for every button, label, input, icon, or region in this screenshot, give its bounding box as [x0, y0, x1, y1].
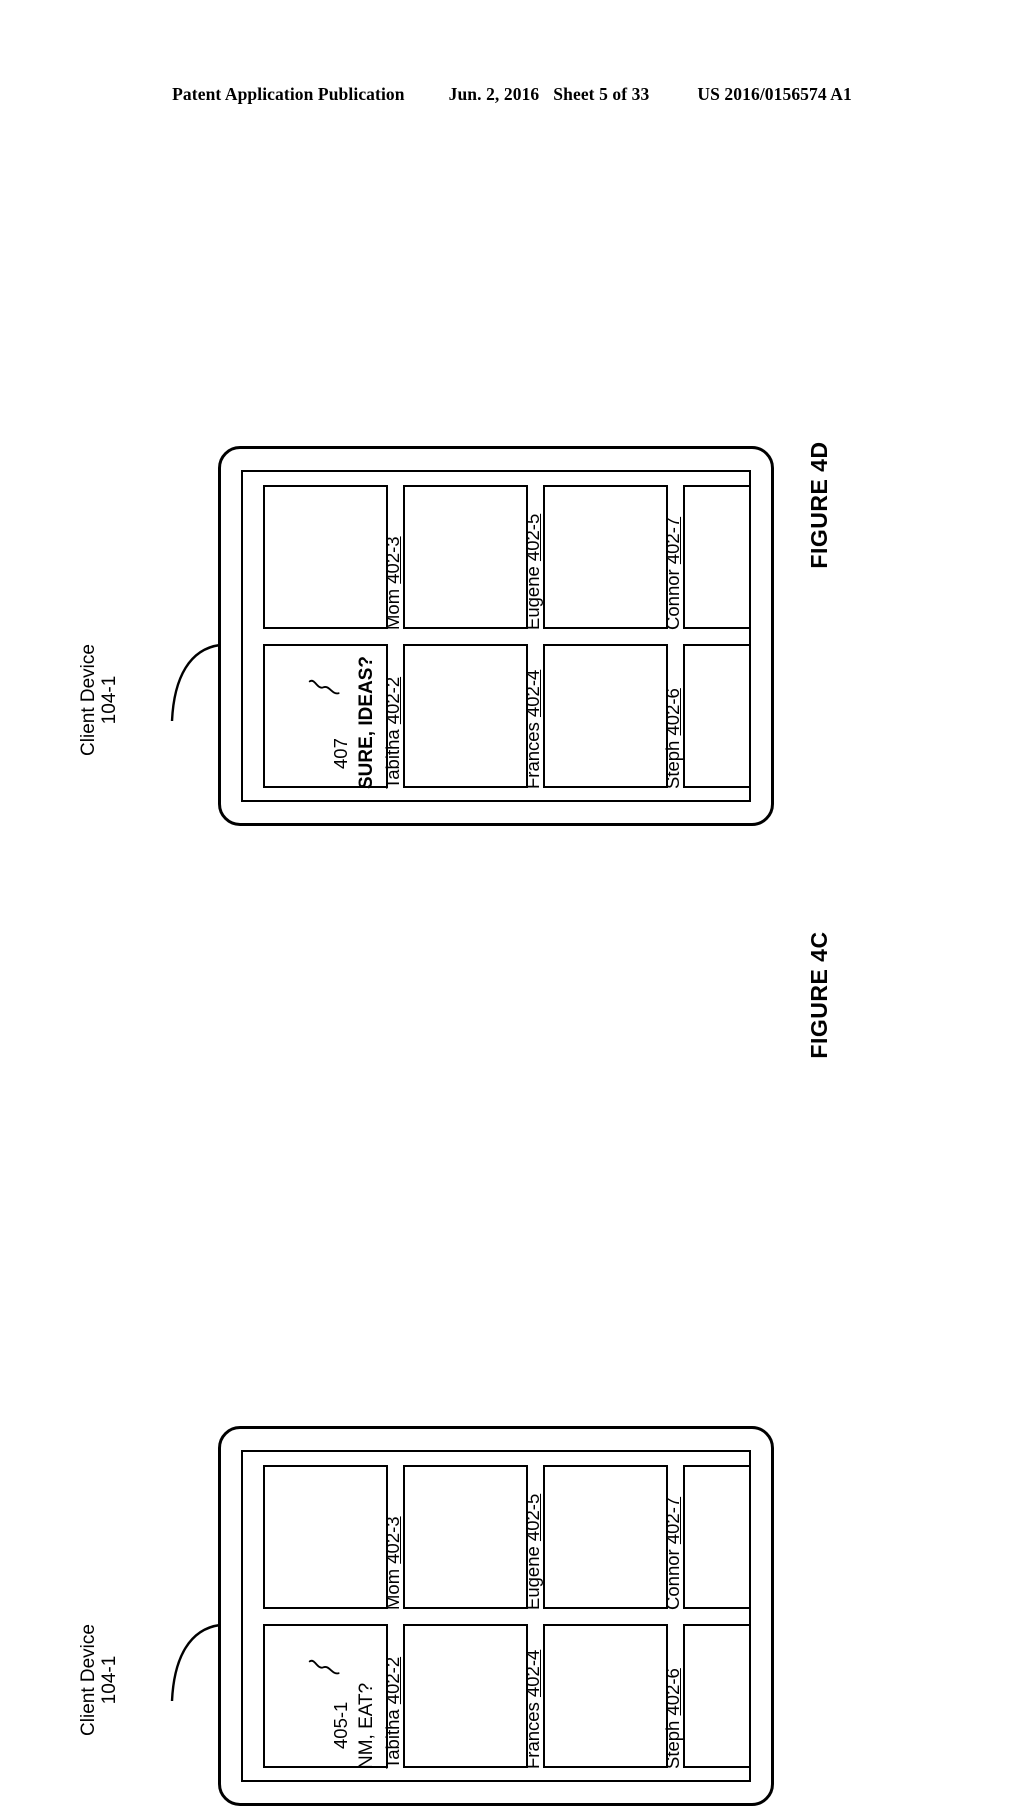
figure-caption: FIGURE 4D	[806, 441, 832, 569]
conversation-grid: Mom 402-3 Eugene 402-5 Connor 402-7 Tabi…	[263, 1465, 749, 1769]
conversation-cell[interactable]: Eugene 402-5	[403, 485, 543, 630]
figure-caption: FIGURE 4C	[806, 931, 832, 1059]
publication-title: Patent Application Publication	[172, 84, 405, 104]
message-text: NM, EAT?	[356, 1682, 377, 1769]
callout-line-2: 104-1	[99, 1655, 121, 1705]
conversation-cell[interactable]: Mom 402-3	[263, 485, 403, 630]
conversation-cell-partial[interactable]	[683, 485, 749, 629]
conversation-cell-partial[interactable]	[683, 1465, 749, 1609]
contact-name: Connor	[662, 1549, 683, 1610]
conversation-cell[interactable]: Mom 402-3	[263, 1465, 403, 1610]
contact-ref: 402-4	[522, 1649, 543, 1698]
contact-name: Tabitha	[382, 1709, 403, 1769]
conversation-cell-label: Tabitha 402-2	[382, 1629, 404, 1771]
contact-ref: 402-2	[382, 1656, 403, 1705]
contact-ref: 402-7	[662, 516, 683, 565]
patent-page-header: Patent Application Publication Jun. 2, 2…	[0, 84, 1024, 114]
contact-name: Mom	[382, 1568, 403, 1610]
conversation-cell-label: Eugene 402-5	[522, 1470, 544, 1612]
figure-4c: Client Device 104-1 401-1 Mom 402-3 Euge…	[0, 700, 1024, 1806]
contact-ref: 402-5	[522, 1493, 543, 1542]
conversation-cell-label: Connor 402-7	[662, 490, 684, 632]
conversation-cell[interactable]: Connor 402-7	[543, 1465, 683, 1610]
callout-line-1: Client Device	[78, 1624, 99, 1736]
client-device-callout: Client Device 104-1	[78, 1580, 121, 1780]
contact-name: Frances	[522, 1702, 543, 1769]
conversation-cell-label: Eugene 402-5	[522, 490, 544, 632]
device-screen: 401-1 Mom 402-3 Eugene 402-5	[241, 1450, 751, 1782]
conversation-cell[interactable]: Steph 402-6	[543, 1624, 683, 1769]
conversation-cell[interactable]: Eugene 402-5	[403, 1465, 543, 1610]
contact-name: Eugene	[522, 566, 543, 630]
conversation-cell-label: Connor 402-7	[662, 1470, 684, 1612]
conversation-cell-partial[interactable]	[683, 1624, 749, 1768]
contact-ref: 402-3	[382, 1516, 403, 1564]
contact-name: Mom	[382, 588, 403, 630]
conversation-cell[interactable]: Tabitha 402-2 NM, EAT? 405-1	[263, 1624, 403, 1769]
contact-name: Steph	[662, 1720, 683, 1769]
conversation-cell-label: Mom 402-3	[382, 1470, 404, 1612]
leader-line-curve-icon	[170, 1623, 221, 1702]
conversation-cell-label: Mom 402-3	[382, 490, 404, 632]
publication-date: Jun. 2, 2016	[448, 84, 540, 104]
sheet-number: Sheet 5 of 33	[553, 84, 650, 104]
contact-ref: 402-3	[382, 536, 403, 584]
contact-name: Connor	[662, 569, 683, 630]
contact-name: Eugene	[522, 1546, 543, 1610]
conversation-cell[interactable]: Connor 402-7	[543, 485, 683, 630]
client-device-frame: 401-1 Mom 402-3 Eugene 402-5	[218, 1426, 774, 1806]
contact-ref: 402-5	[522, 513, 543, 562]
conversation-cell-label: Frances 402-4	[522, 1629, 544, 1771]
figure-4d: Client Device 104-1 401-1 Mom 402-3	[0, 210, 1024, 826]
contact-ref: 402-6	[662, 1668, 683, 1716]
conversation-cell-label: Steph 402-6	[662, 1629, 684, 1771]
screen-reference-label: 401-1	[241, 1757, 242, 1782]
conversation-cell[interactable]: Frances 402-4	[403, 1624, 543, 1769]
contact-ref: 402-7	[662, 1496, 683, 1545]
message-reference-label: 405-1	[330, 1701, 351, 1749]
publication-number: US 2016/0156574 A1	[697, 84, 852, 104]
